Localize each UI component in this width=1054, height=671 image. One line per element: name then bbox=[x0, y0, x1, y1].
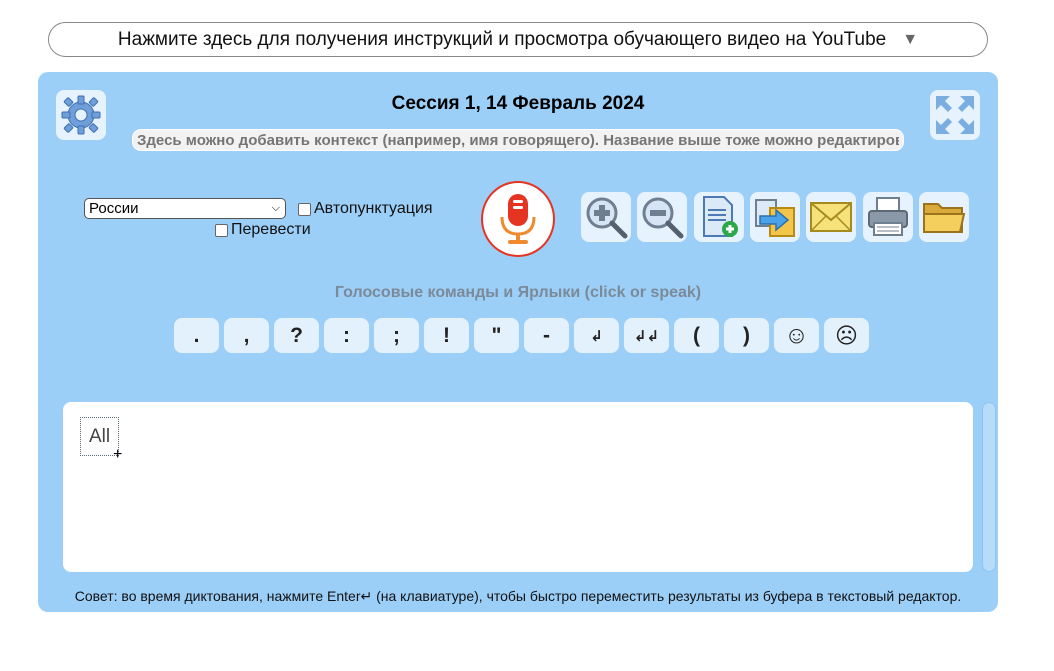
folder-icon bbox=[923, 203, 966, 233]
autopunctuation-label: Автопунктуация bbox=[314, 200, 433, 217]
new-document-icon bbox=[703, 196, 738, 237]
printer-icon bbox=[868, 197, 908, 236]
commands-title: Голосовые команды и Ярлыки (click or spe… bbox=[334, 284, 702, 301]
email-button[interactable] bbox=[806, 192, 856, 242]
translate-checkbox[interactable]: Перевести bbox=[215, 221, 311, 239]
cmd-newline-button[interactable]: ↲ bbox=[574, 318, 619, 353]
cmd-smile-button[interactable]: ☺ bbox=[774, 318, 819, 353]
zoom-in-button[interactable] bbox=[581, 192, 631, 242]
cmd-period-button[interactable]: . bbox=[174, 318, 219, 353]
chevron-down-icon: ⌵ bbox=[271, 202, 280, 214]
fullscreen-button[interactable] bbox=[930, 90, 980, 140]
cmd-colon-button[interactable]: : bbox=[324, 318, 369, 353]
email-icon bbox=[810, 202, 852, 232]
cmd-open-paren-button[interactable]: ( bbox=[674, 318, 719, 353]
open-folder-button[interactable] bbox=[919, 192, 969, 242]
microphone-button[interactable] bbox=[481, 181, 555, 257]
cmd-question-button[interactable]: ? bbox=[274, 318, 319, 353]
cmd-close-paren-button[interactable]: ) bbox=[724, 318, 769, 353]
instructions-label: Нажмите здесь для получения инструкций и… bbox=[117, 28, 887, 50]
command-buttons: . , ? : ; ! " - ↲ ↲↲ ( ) ☺ ☹ bbox=[174, 318, 869, 353]
language-select[interactable]: России ⌵ bbox=[84, 198, 286, 219]
cmd-quote-button[interactable]: " bbox=[474, 318, 519, 353]
zoom-out-button[interactable] bbox=[637, 192, 687, 242]
microphone-icon bbox=[500, 194, 536, 244]
language-selected: России bbox=[89, 200, 139, 217]
triangle-down-icon: ▼ bbox=[902, 30, 919, 48]
cmd-frown-button[interactable]: ☹ bbox=[824, 318, 869, 353]
new-document-button[interactable] bbox=[694, 192, 744, 242]
cmd-exclamation-button[interactable]: ! bbox=[424, 318, 469, 353]
cmd-paragraph-button[interactable]: ↲↲ bbox=[624, 318, 669, 353]
context-input[interactable] bbox=[132, 129, 904, 151]
zoom-in-icon bbox=[586, 197, 628, 239]
translate-label: Перевести bbox=[231, 221, 311, 238]
print-button[interactable] bbox=[863, 192, 913, 242]
cmd-dash-button[interactable]: - bbox=[524, 318, 569, 353]
checkbox-box[interactable] bbox=[215, 223, 228, 237]
instructions-toggle[interactable]: Нажмите здесь для получения инструкций и… bbox=[48, 22, 988, 57]
session-title[interactable]: Сессия 1, 14 Февраль 2024 bbox=[38, 93, 998, 115]
export-icon bbox=[755, 199, 795, 237]
editor-scrollbar[interactable] bbox=[982, 402, 996, 572]
text-editor[interactable]: All + bbox=[63, 402, 973, 572]
autopunctuation-checkbox[interactable]: Автопунктуация bbox=[298, 200, 433, 218]
checkbox-box[interactable] bbox=[298, 202, 311, 216]
tip-text: Совет: во время диктования, нажмите Ente… bbox=[74, 588, 962, 604]
fullscreen-icon bbox=[936, 96, 974, 134]
cmd-comma-button[interactable]: , bbox=[224, 318, 269, 353]
cmd-semicolon-button[interactable]: ; bbox=[374, 318, 419, 353]
export-button[interactable] bbox=[750, 192, 800, 242]
zoom-out-icon bbox=[642, 197, 684, 239]
dictation-panel: Сессия 1, 14 Февраль 2024 России ⌵ Автоп… bbox=[38, 72, 998, 612]
cursor-crosshair-icon: + bbox=[113, 446, 123, 463]
